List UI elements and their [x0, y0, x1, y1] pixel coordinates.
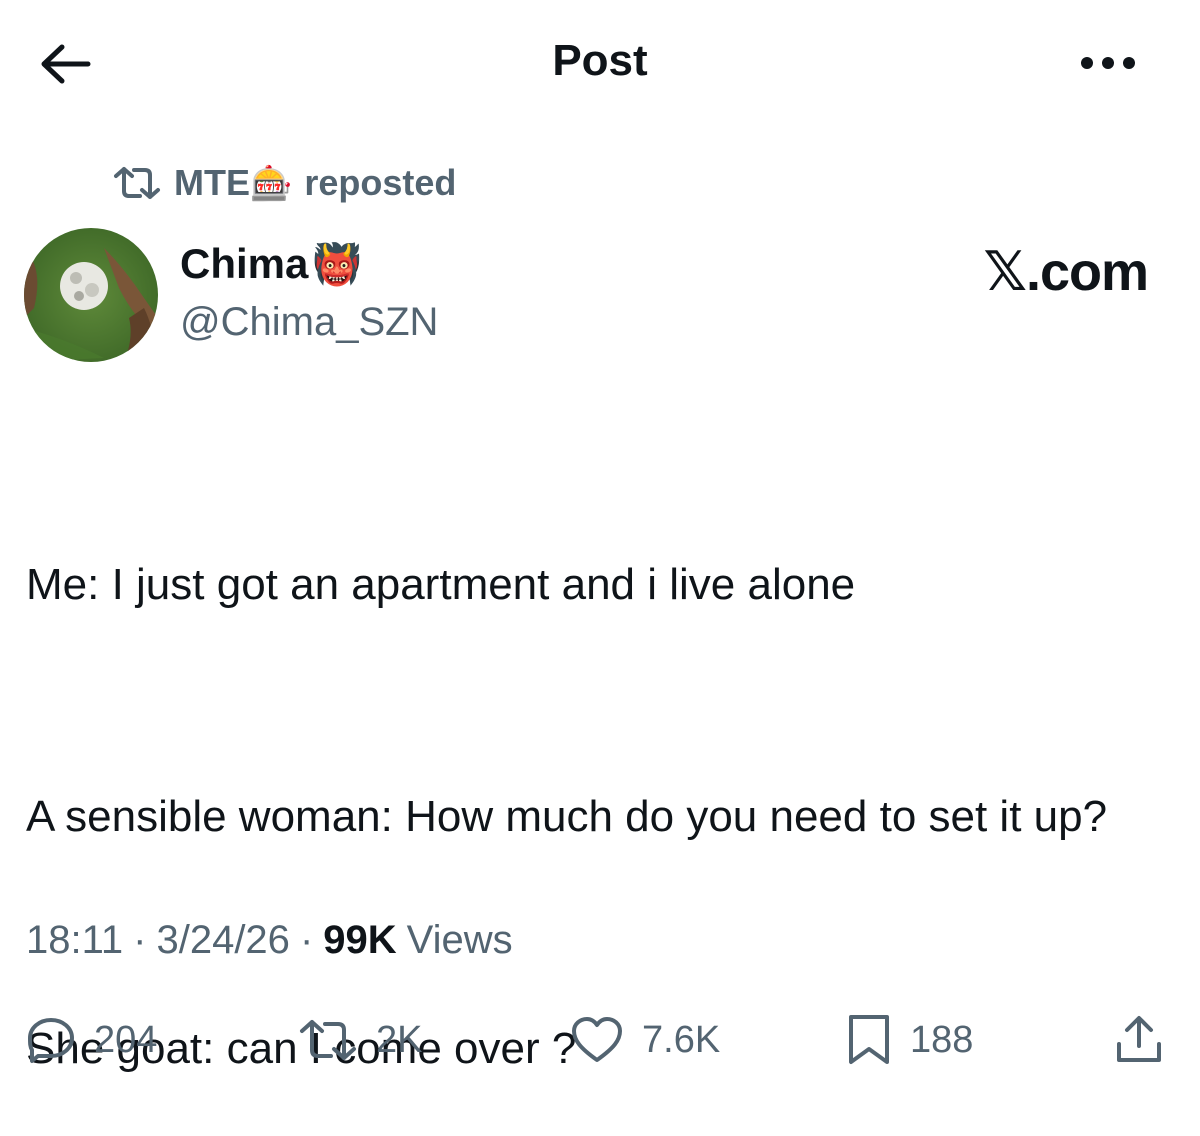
author-name[interactable]: Chima 👹 — [180, 240, 362, 288]
tweet-meta: 18:11 · 3/24/26 · 99K Views — [26, 918, 513, 963]
separator: · — [299, 918, 314, 962]
repost-button[interactable]: 2K — [298, 1010, 422, 1070]
repost-indicator[interactable]: MTE🎰 reposted — [112, 158, 456, 208]
more-options-button[interactable] — [1076, 50, 1140, 76]
ogre-emoji: 👹 — [312, 242, 363, 287]
more-icon — [1081, 57, 1135, 69]
separator: · — [133, 918, 147, 962]
slot-machine-emoji: 🎰 — [250, 165, 293, 203]
share-icon — [1117, 1016, 1161, 1062]
repost-suffix: reposted — [304, 162, 457, 203]
bookmark-button[interactable]: 188 — [846, 1010, 973, 1070]
author-handle[interactable]: @Chima_SZN — [180, 300, 438, 345]
bookmark-icon — [849, 1015, 889, 1064]
reply-icon — [28, 1018, 74, 1063]
post-date[interactable]: 3/24/26 — [156, 918, 289, 963]
tweet-line: A sensible woman: How much do you need t… — [26, 792, 1108, 841]
post-time[interactable]: 18:11 — [26, 918, 123, 963]
like-icon — [572, 1017, 622, 1062]
views-label: Views — [406, 918, 513, 962]
views-count: 99K — [323, 918, 397, 962]
share-button[interactable] — [1114, 1010, 1164, 1070]
avatar[interactable] — [24, 228, 158, 362]
repost-count: 2K — [376, 1018, 423, 1061]
brand-watermark: 𝕏.com — [983, 242, 1149, 302]
reply-button[interactable]: 204 — [26, 1010, 157, 1070]
like-button[interactable]: 7.6K — [570, 1010, 720, 1070]
tweet-line: Me: I just got an apartment and i live a… — [26, 560, 856, 609]
repost-user[interactable]: MTE🎰 — [174, 162, 292, 204]
repost-icon — [300, 1020, 356, 1060]
page-title: Post — [552, 36, 648, 85]
reply-count: 204 — [94, 1018, 158, 1061]
bookmark-count: 188 — [910, 1018, 974, 1061]
like-count: 7.6K — [642, 1018, 721, 1061]
repost-icon — [114, 167, 160, 199]
